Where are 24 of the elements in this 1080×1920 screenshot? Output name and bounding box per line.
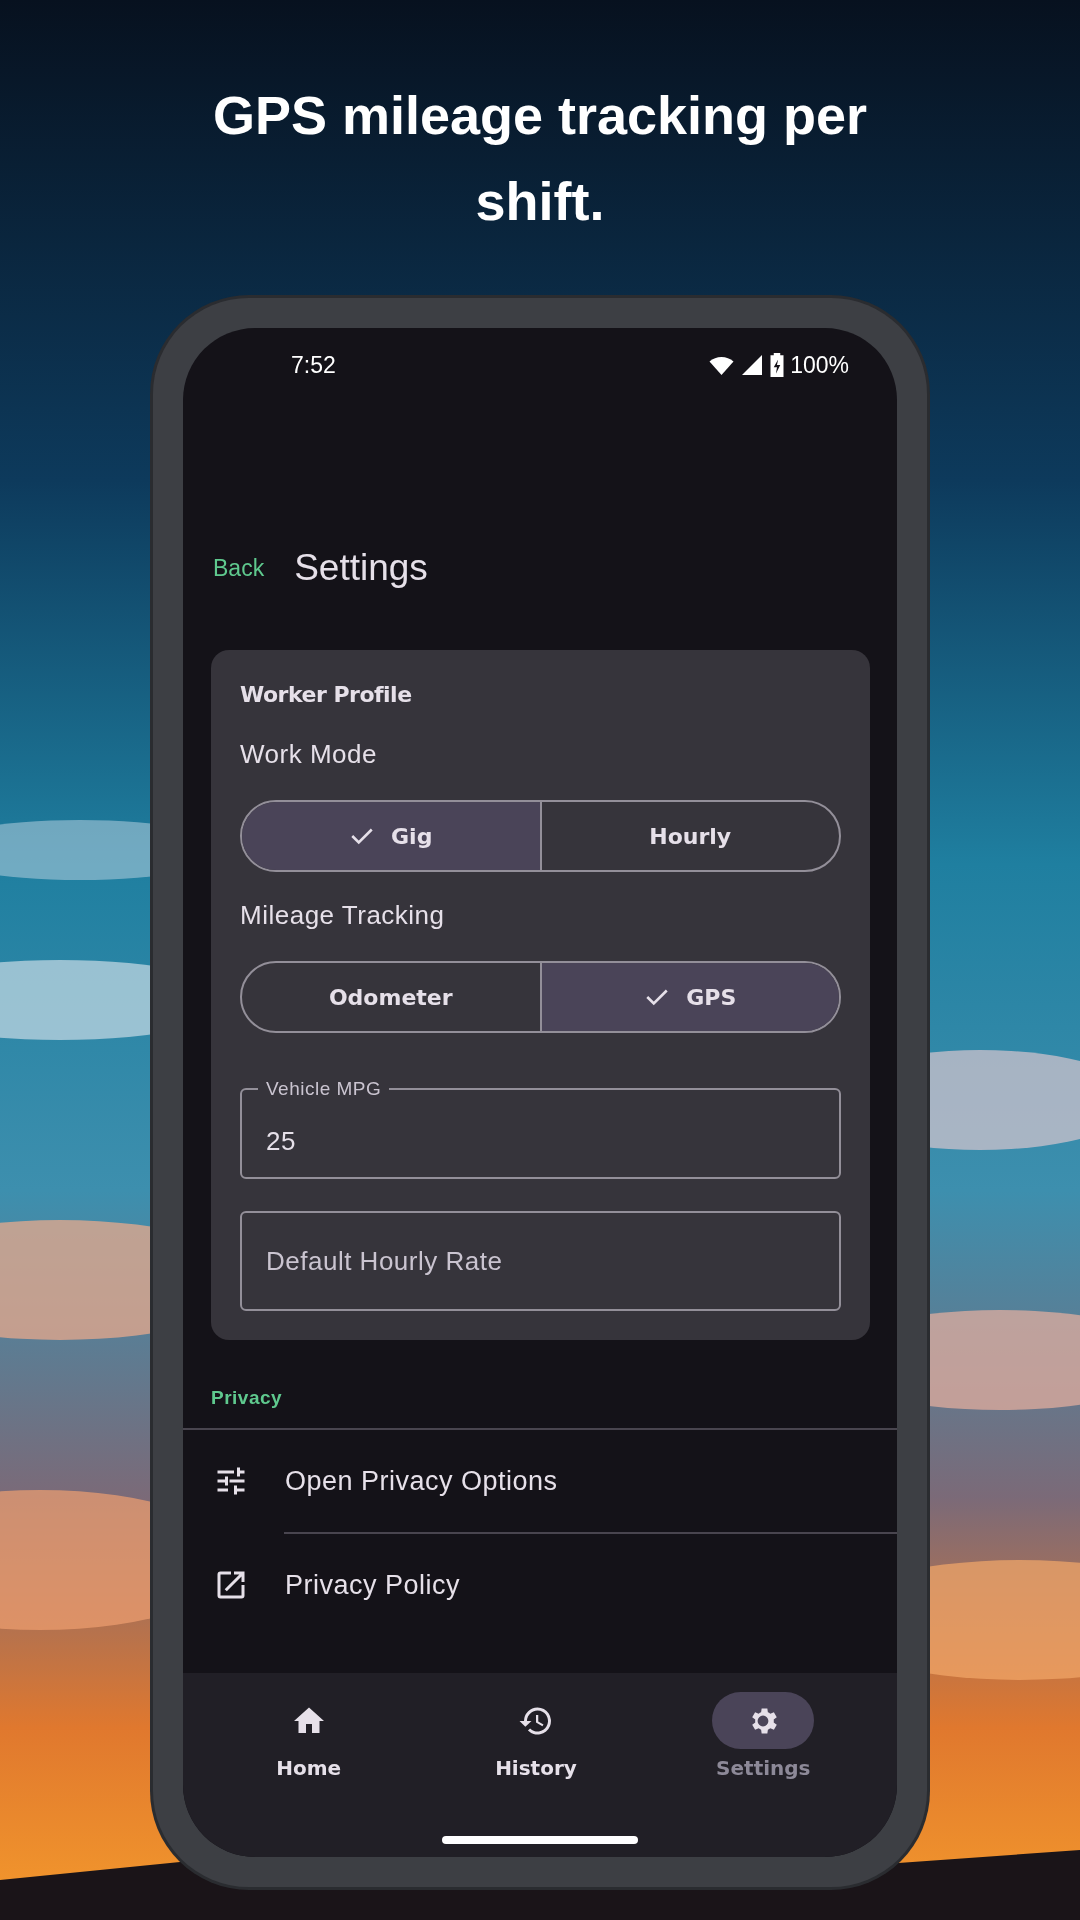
headline: GPS mileage tracking per shift.: [211, 84, 869, 233]
page-title: Settings: [294, 546, 428, 591]
nav-tab[interactable]: History: [466, 1691, 606, 1784]
group-label: Mileage Tracking: [240, 899, 446, 932]
nav-tab[interactable]: Home: [238, 1691, 379, 1784]
signal-icon: [740, 353, 765, 377]
battery-level: 100%: [790, 350, 849, 380]
section-heading: Privacy: [210, 1386, 284, 1410]
back-link[interactable]: Back: [213, 550, 265, 586]
status-time: 7:52: [291, 350, 336, 380]
segment-option[interactable]: GPS: [539, 963, 839, 1031]
wifi-icon: [708, 354, 736, 376]
nav-tab[interactable]: Settings: [693, 1691, 834, 1784]
text-field[interactable]: Vehicle MPG 25: [240, 1079, 841, 1179]
segment-option[interactable]: Odometer: [242, 963, 540, 1031]
field-label: Vehicle MPG: [265, 1079, 383, 1098]
card-title: Worker Profile: [240, 681, 413, 709]
segment-option[interactable]: Gig: [242, 802, 540, 870]
privacy-item[interactable]: Open Privacy Options: [183, 1430, 897, 1532]
battery-icon: [769, 352, 786, 378]
group-label: Work Mode: [240, 738, 378, 771]
input-field[interactable]: Default Hourly Rate: [242, 1213, 839, 1309]
segment-option[interactable]: Hourly: [539, 802, 839, 870]
privacy-item[interactable]: Privacy Policy: [183, 1534, 897, 1636]
